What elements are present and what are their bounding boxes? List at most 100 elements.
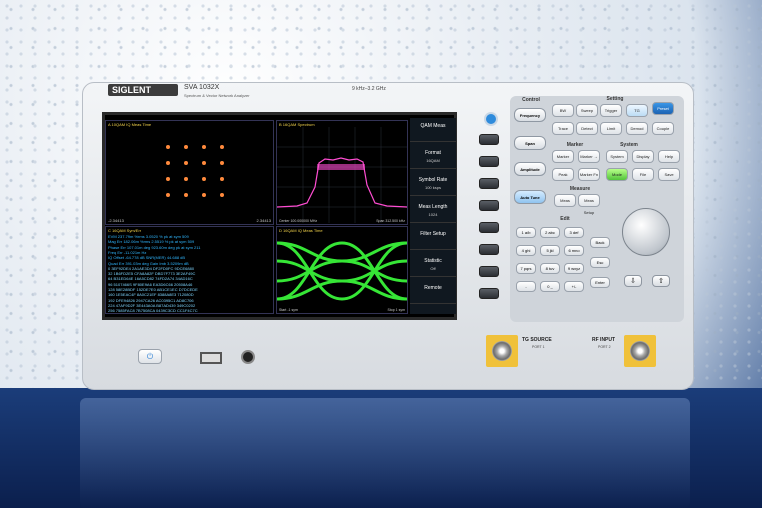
softkey-value: Off bbox=[430, 266, 436, 271]
eye-diagram-pane[interactable]: D 16QAM IQ Meas Time Start -1 sym Stop 1… bbox=[276, 226, 408, 314]
softkey-hard-button[interactable] bbox=[479, 244, 499, 255]
keypad-key-5[interactable]: 5 jkl bbox=[540, 245, 560, 256]
spectrum-center: Center 100.000000 MHz bbox=[279, 219, 318, 223]
setting-trace-button[interactable]: Trace bbox=[552, 122, 574, 135]
table-row: 160 1E5EAC4F 8A0C21EF 8388A8E3 712080D bbox=[108, 292, 194, 298]
setting-tg-button[interactable]: TG bbox=[626, 104, 648, 117]
marker-key-0[interactable]: Marker bbox=[552, 150, 574, 163]
softkey-hard-button[interactable] bbox=[479, 178, 499, 189]
keypad-key-0[interactable]: 1 a/b bbox=[516, 227, 536, 238]
arrow-up-key[interactable]: ⇧ bbox=[652, 275, 670, 287]
table-row: 192 DFE94826 2947CA26 AC0395C1 AD8C706 bbox=[108, 297, 194, 303]
table-row: 96 5107466S 9F80E9A6 EA3D6C66 20508A46 bbox=[108, 281, 193, 287]
measure-key-1[interactable]: Meas Setup bbox=[578, 194, 600, 215]
eye-stop: Stop 1 sym bbox=[387, 308, 405, 312]
symbol-error-table[interactable]: C 16QAM Sym/Err EVM 237.79m %rms 3.0520 … bbox=[105, 226, 274, 314]
marker-key-3[interactable]: Marker Fn bbox=[578, 168, 600, 181]
touch-indicator-button[interactable] bbox=[484, 112, 498, 126]
setting-couple-button[interactable]: Couple bbox=[652, 122, 674, 135]
setting-sweep-button[interactable]: Sweep bbox=[576, 104, 598, 117]
pane-a-title: A 10QAM IQ Meas Time bbox=[108, 122, 152, 127]
setting-bw-button[interactable]: BW bbox=[552, 104, 574, 117]
marker-key-2[interactable]: Peak bbox=[552, 168, 574, 181]
softkey-hard-button[interactable] bbox=[479, 222, 499, 233]
softkey-5[interactable]: Statistic Off bbox=[410, 253, 456, 277]
softkey-hard-button[interactable] bbox=[479, 134, 499, 145]
system-help-button[interactable]: Help bbox=[658, 150, 680, 163]
keypad-key-13[interactable]: 0 _ bbox=[540, 281, 560, 292]
table-row: 32 1B6FD2E5 CFA8A82F DBD7F773 3E2AF49C bbox=[108, 271, 196, 277]
softkey-0[interactable]: QAM Meas bbox=[410, 118, 456, 142]
constellation-point bbox=[220, 145, 224, 149]
system-mode-button[interactable]: Mode bbox=[606, 168, 628, 181]
table-row: Quad Err 391.03m deg Gain Imb 3.5209m dB bbox=[108, 260, 189, 266]
softkey-4[interactable]: Filter Setup bbox=[410, 226, 456, 250]
keypad-key-2[interactable]: 3 def bbox=[564, 227, 584, 238]
keypad-key-11[interactable]: Enter bbox=[590, 277, 610, 288]
control-auto-tune-button[interactable]: Auto Tune bbox=[514, 190, 546, 204]
keypad-key-8[interactable]: 7 pqrs bbox=[516, 263, 536, 274]
axis-right-label: 2.34413 bbox=[256, 218, 271, 223]
keypad-key-10[interactable]: 9 wxyz bbox=[564, 263, 584, 274]
tg-source-port[interactable] bbox=[486, 335, 518, 367]
keypad-key-9[interactable]: 8 tuv bbox=[540, 263, 560, 274]
keypad-key-1[interactable]: 2 abc bbox=[540, 227, 560, 238]
table-row: Mag Err 182.06m %rms 2.5519 % pk at sym … bbox=[108, 239, 195, 245]
constellation-point bbox=[220, 177, 224, 181]
frequency-range: 9 kHz–3.2 GHz bbox=[352, 86, 386, 92]
keypad-key-6[interactable]: 6 mno bbox=[564, 245, 584, 256]
rf-input-port[interactable] bbox=[624, 335, 656, 367]
constellation-point bbox=[166, 161, 170, 165]
system-file-button[interactable]: File bbox=[632, 168, 654, 181]
setting-limit-button[interactable]: Limit bbox=[600, 122, 622, 135]
control-amplitude-button[interactable]: Amplitude bbox=[514, 162, 546, 176]
power-button[interactable]: ⏻ bbox=[138, 349, 162, 364]
section-measure-label: Measure bbox=[569, 186, 591, 192]
softkey-hard-button[interactable] bbox=[479, 266, 499, 277]
setting-trigger-button[interactable]: Trigger bbox=[600, 104, 622, 117]
rotary-knob[interactable] bbox=[622, 208, 670, 256]
system-save-button[interactable]: Save bbox=[658, 168, 680, 181]
keypad-key-12[interactable]: - bbox=[516, 281, 536, 292]
section-setting-label: Setting bbox=[606, 96, 624, 102]
constellation-pane[interactable]: A 10QAM IQ Meas Time -2.34413 2.34413 bbox=[105, 120, 274, 225]
softkey-hard-button[interactable] bbox=[479, 156, 499, 167]
device-reflection bbox=[80, 398, 690, 508]
marker-key-1[interactable]: Marker → bbox=[578, 150, 600, 163]
system-system-button[interactable]: System bbox=[606, 150, 628, 163]
table-row: 128 58E28BDF 152DE7E0 AB1CE1EC D7DCEDE bbox=[108, 287, 198, 292]
axis-left-label: -2.34413 bbox=[108, 218, 124, 223]
keypad-key-14[interactable]: +/- bbox=[564, 281, 584, 292]
softkey-title: Remote bbox=[424, 285, 442, 291]
softkey-title: Filter Setup bbox=[420, 231, 446, 237]
table-row: Freq Err -11.021m Hz bbox=[108, 249, 147, 255]
softkey-2[interactable]: Symbol Rate 100 ksps bbox=[410, 172, 456, 196]
constellation-point bbox=[184, 177, 188, 181]
constellation-point bbox=[184, 193, 188, 197]
table-row: 0 3EF92DE4 2A1AE3D4 DF2FD0FC 9DCE6880 bbox=[108, 265, 195, 271]
spectrum-trace bbox=[277, 127, 407, 223]
softkey-hard-button[interactable] bbox=[479, 288, 499, 299]
softkey-hard-button[interactable] bbox=[479, 200, 499, 211]
headphone-jack[interactable] bbox=[241, 350, 255, 364]
system-display-button[interactable]: Display bbox=[632, 150, 654, 163]
softkey-value: 100 ksps bbox=[424, 185, 441, 190]
softkey-title: Statistic bbox=[424, 258, 442, 264]
constellation-point bbox=[166, 145, 170, 149]
softkey-1[interactable]: Format 16QAM bbox=[410, 145, 456, 169]
keypad-key-4[interactable]: 4 ghi bbox=[516, 245, 536, 256]
setting-detect-button[interactable]: Detect bbox=[576, 122, 598, 135]
keypad-key-7[interactable]: Esc bbox=[590, 257, 610, 268]
measure-key-0[interactable]: Meas bbox=[554, 194, 576, 207]
control-span-button[interactable]: Span bbox=[514, 136, 546, 150]
softkey-6[interactable]: Remote bbox=[410, 280, 456, 304]
usb-port[interactable] bbox=[200, 352, 222, 364]
arrow-down-key[interactable]: ⇩ bbox=[624, 275, 642, 287]
section-marker-label: Marker bbox=[566, 142, 584, 148]
control-frequency-button[interactable]: Frequency bbox=[514, 108, 546, 122]
setting-demod-button[interactable]: Demod bbox=[626, 122, 648, 135]
softkey-3[interactable]: Meas Length 1024 bbox=[410, 199, 456, 223]
setting-preset-button[interactable]: Preset bbox=[652, 102, 674, 115]
spectrum-pane[interactable]: B 16QAM Spectrum Center 100.000000 MHz S… bbox=[276, 120, 408, 225]
keypad-key-3[interactable]: Back bbox=[590, 237, 610, 248]
